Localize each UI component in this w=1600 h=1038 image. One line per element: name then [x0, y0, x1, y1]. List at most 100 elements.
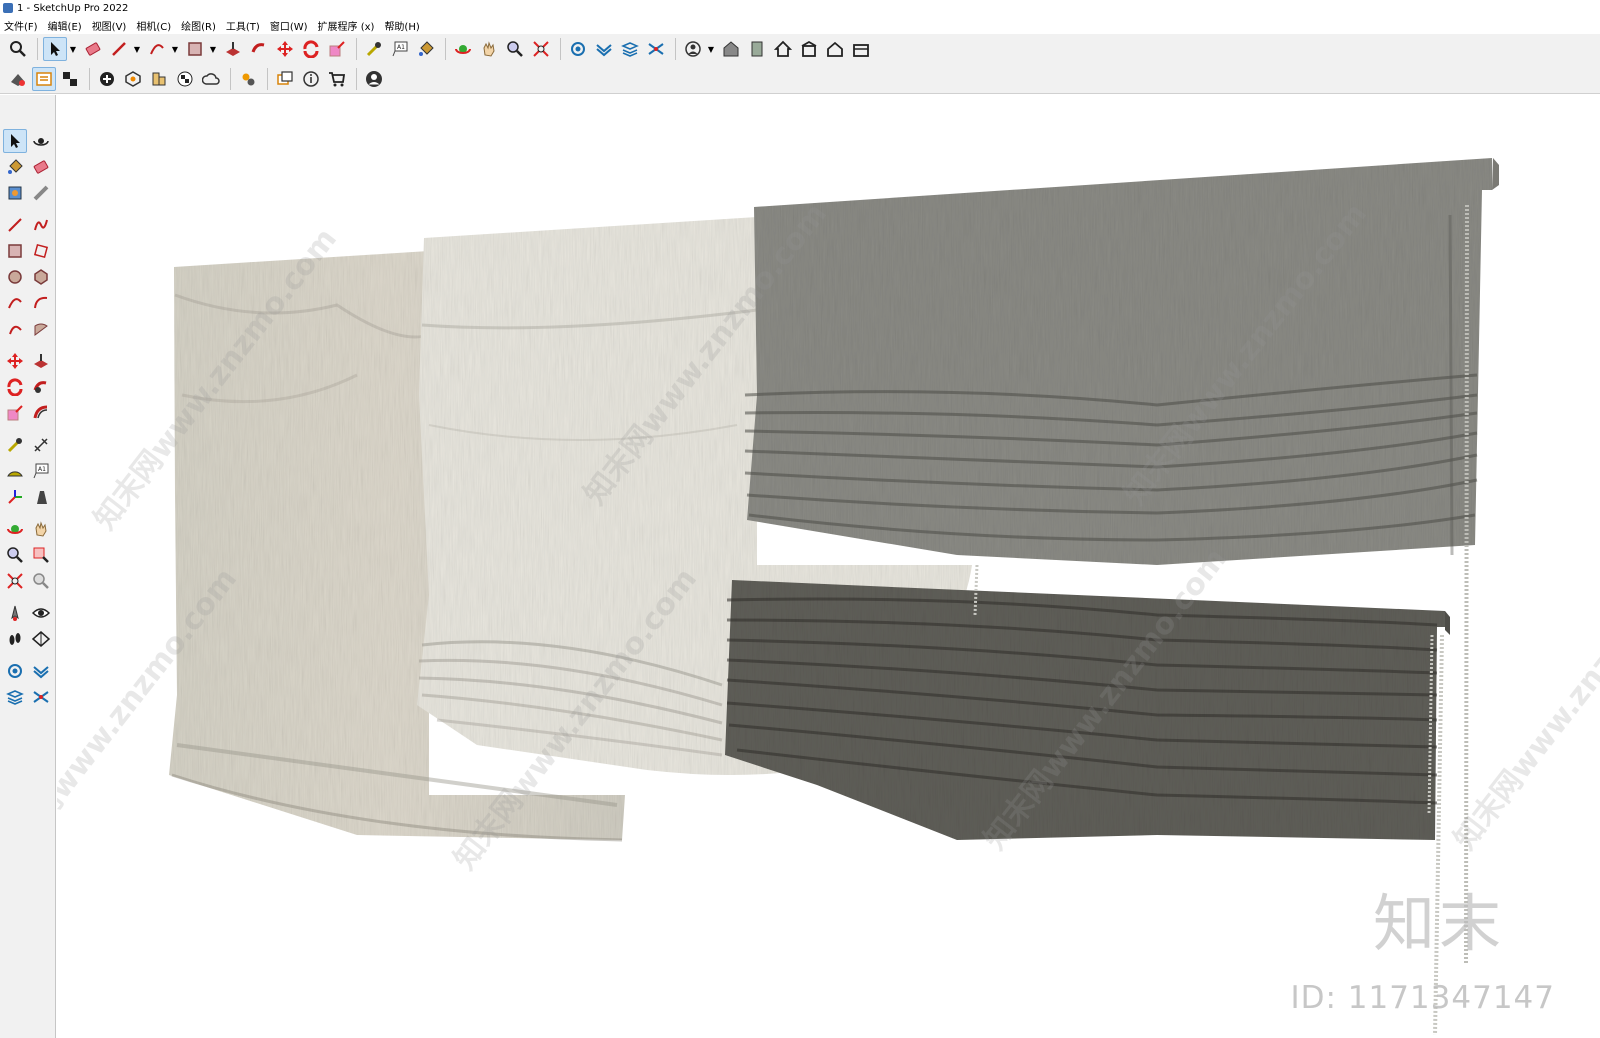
chevron-down-icon[interactable]: ▼	[69, 37, 77, 61]
dimension-icon[interactable]	[29, 433, 53, 457]
components-icon[interactable]	[58, 67, 82, 91]
scene-canvas[interactable]	[57, 95, 1600, 1038]
three-point-arc-icon[interactable]	[29, 317, 53, 341]
zoom-icon[interactable]	[6, 37, 30, 61]
box-icon[interactable]	[849, 37, 873, 61]
warehouse-icon[interactable]	[719, 37, 743, 61]
3d-text-icon[interactable]	[29, 485, 53, 509]
layer-icon[interactable]	[592, 37, 616, 61]
rectangle-icon[interactable]	[183, 37, 207, 61]
text-icon[interactable]: A1	[388, 37, 412, 61]
tape-icon[interactable]	[29, 181, 53, 205]
zoom-icon[interactable]	[3, 543, 27, 567]
house-icon[interactable]	[771, 37, 795, 61]
menu-edit[interactable]: 编辑(E)	[48, 18, 82, 33]
menu-window[interactable]: 窗口(W)	[270, 18, 308, 33]
chevron-down-icon[interactable]: ▼	[209, 37, 217, 61]
account-icon[interactable]	[362, 67, 386, 91]
model-viewport[interactable]: 知末网www.znzmo.com 知末网www.znzmo.com 知末网www…	[57, 95, 1600, 1038]
pan-icon[interactable]	[477, 37, 501, 61]
walk-icon[interactable]	[3, 627, 27, 651]
tape-measure-icon[interactable]	[362, 37, 386, 61]
eraser-icon[interactable]	[29, 155, 53, 179]
rectangle-icon[interactable]	[3, 239, 27, 263]
section-plane-icon[interactable]	[29, 627, 53, 651]
drape-icon[interactable]	[3, 685, 27, 709]
model-info-icon[interactable]	[6, 67, 30, 91]
look-around-icon[interactable]	[29, 601, 53, 625]
scale-icon[interactable]	[325, 37, 349, 61]
orbit-icon[interactable]	[29, 129, 53, 153]
outliner-icon[interactable]	[32, 66, 56, 91]
menu-tools[interactable]: 工具(T)	[226, 18, 260, 33]
menu-file[interactable]: 文件(F)	[4, 18, 38, 33]
stamp-icon[interactable]	[29, 659, 53, 683]
eraser-icon[interactable]	[81, 37, 105, 61]
pie-icon[interactable]	[3, 317, 27, 341]
menu-camera[interactable]: 相机(C)	[136, 18, 171, 33]
house-front-icon[interactable]	[797, 37, 821, 61]
sandbox-icon[interactable]	[3, 659, 27, 683]
tags-icon[interactable]	[618, 37, 642, 61]
follow-me-icon[interactable]	[247, 37, 271, 61]
previous-icon[interactable]	[29, 569, 53, 593]
protractor-icon[interactable]	[3, 459, 27, 483]
rotate-icon[interactable]	[299, 37, 323, 61]
section-icon[interactable]	[644, 37, 668, 61]
select-arrow-icon[interactable]	[43, 37, 67, 61]
geo-location-icon[interactable]	[147, 67, 171, 91]
offset-icon[interactable]	[29, 401, 53, 425]
freehand-icon[interactable]	[29, 213, 53, 237]
extension-gear-icon[interactable]	[236, 67, 260, 91]
user-icon[interactable]	[681, 37, 705, 61]
polygon-icon[interactable]	[29, 265, 53, 289]
info-icon[interactable]	[299, 67, 323, 91]
paint-bucket-icon[interactable]	[414, 37, 438, 61]
zoom-extents-icon[interactable]	[3, 569, 27, 593]
menu-view[interactable]: 视图(V)	[92, 18, 127, 33]
pan-icon[interactable]	[29, 517, 53, 541]
follow-me-icon[interactable]	[29, 375, 53, 399]
text-icon[interactable]: A1	[29, 459, 53, 483]
arc-2-icon[interactable]	[29, 291, 53, 315]
chevron-down-icon[interactable]: ▼	[171, 37, 179, 61]
checker-icon[interactable]	[173, 67, 197, 91]
position-camera-icon[interactable]	[3, 601, 27, 625]
smoove-icon[interactable]	[29, 685, 53, 709]
add-location-icon[interactable]	[95, 67, 119, 91]
menu-extensions[interactable]: 扩展程序 (x)	[318, 18, 375, 33]
push-pull-icon[interactable]	[29, 349, 53, 373]
move-icon[interactable]	[273, 37, 297, 61]
select-icon[interactable]	[3, 129, 27, 153]
orbit-2-icon[interactable]	[3, 517, 27, 541]
chevron-down-icon[interactable]: ▼	[133, 37, 141, 61]
rotate-icon[interactable]	[3, 375, 27, 399]
pencil-line-icon[interactable]	[107, 37, 131, 61]
orbit-icon[interactable]	[451, 37, 475, 61]
tape-measure-icon[interactable]	[3, 433, 27, 457]
roman-blind-gray[interactable]	[744, 158, 1499, 966]
arc-icon[interactable]	[3, 291, 27, 315]
component-icon[interactable]	[3, 181, 27, 205]
cart-icon[interactable]	[325, 67, 349, 91]
zoom-window-icon[interactable]	[29, 543, 53, 567]
menu-draw[interactable]: 绘图(R)	[181, 18, 216, 33]
menu-help[interactable]: 帮助(H)	[384, 18, 419, 33]
rotated-rect-icon[interactable]	[29, 239, 53, 263]
push-pull-icon[interactable]	[221, 37, 245, 61]
paint-icon[interactable]	[3, 155, 27, 179]
circle-icon[interactable]	[3, 265, 27, 289]
shadow-icon[interactable]	[121, 67, 145, 91]
zoom-extents-icon[interactable]	[529, 37, 553, 61]
component-icon[interactable]	[745, 37, 769, 61]
arc-icon[interactable]	[145, 37, 169, 61]
chevron-down-icon[interactable]: ▼	[707, 37, 715, 61]
move-icon[interactable]	[3, 349, 27, 373]
line-icon[interactable]	[3, 213, 27, 237]
scenes-icon[interactable]	[273, 67, 297, 91]
scale-icon[interactable]	[3, 401, 27, 425]
roman-blind-dark-gray[interactable]	[725, 564, 1450, 1036]
zoom-tool-icon[interactable]	[503, 37, 527, 61]
house-outline-icon[interactable]	[823, 37, 847, 61]
cloud-icon[interactable]	[199, 67, 223, 91]
